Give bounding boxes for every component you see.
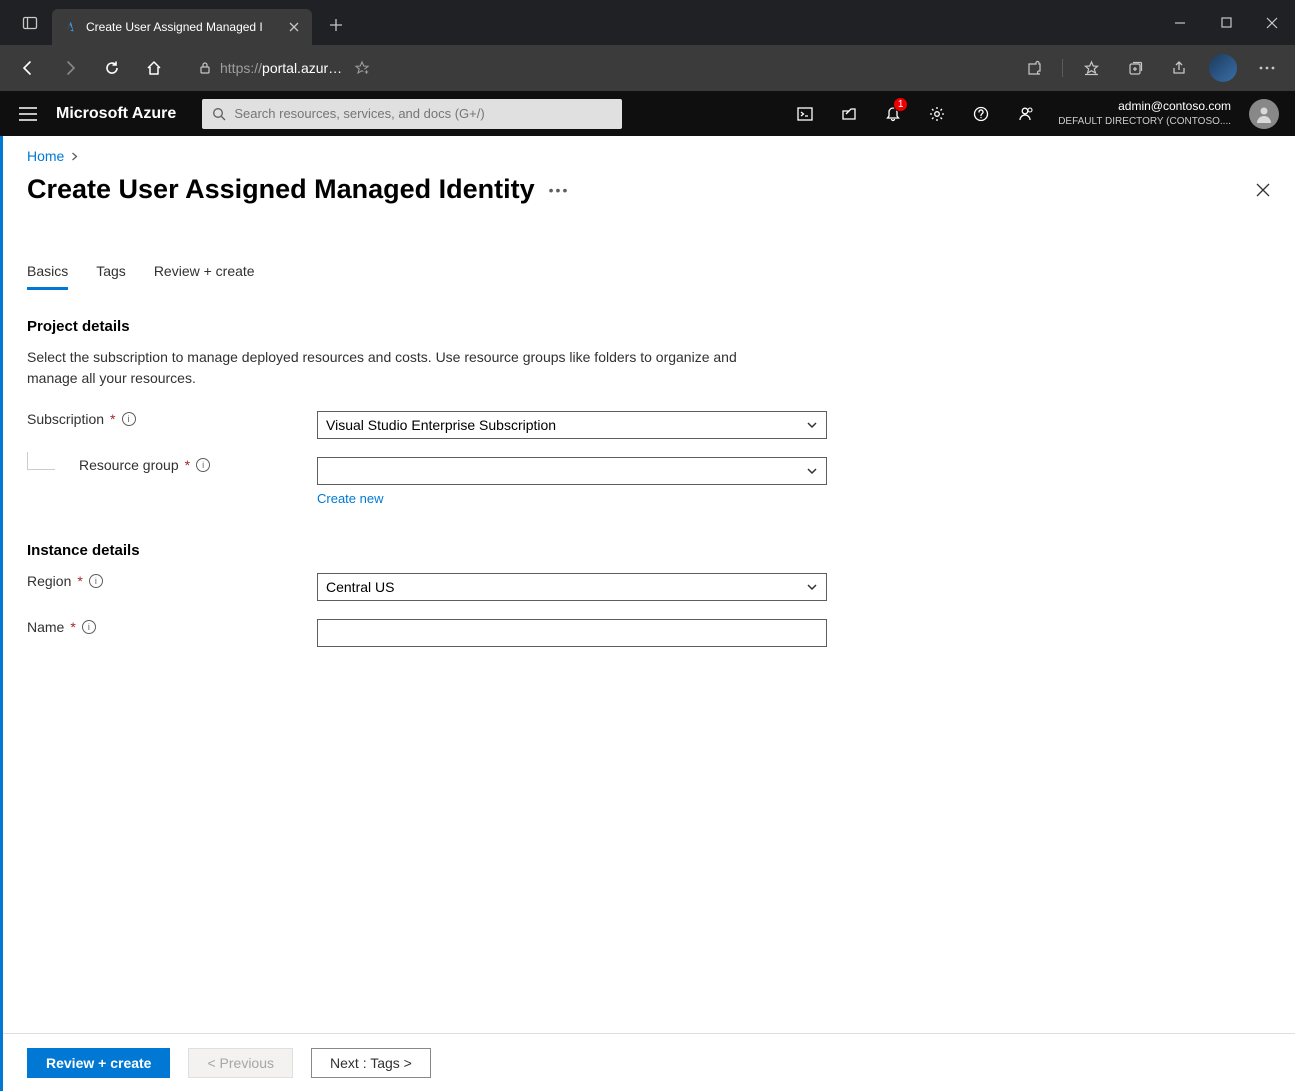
tab-tags[interactable]: Tags [96, 263, 126, 290]
tab-strip: Create User Assigned Managed I [0, 0, 352, 45]
account-email: admin@contoso.com [1058, 99, 1231, 115]
share-icon[interactable] [1159, 48, 1199, 88]
resource-group-dropdown[interactable] [317, 457, 827, 485]
info-icon[interactable]: i [82, 620, 96, 634]
tab-basics[interactable]: Basics [27, 263, 68, 290]
create-new-link[interactable]: Create new [317, 491, 827, 506]
name-input[interactable] [317, 619, 827, 647]
favorites-icon[interactable] [1071, 48, 1111, 88]
required-asterisk: * [70, 619, 75, 635]
browser-toolbar: https://portal.azur… [0, 45, 1295, 91]
account-avatar[interactable] [1249, 99, 1279, 129]
tab-review-create[interactable]: Review + create [154, 263, 255, 290]
browser-titlebar: Create User Assigned Managed I [0, 0, 1295, 45]
subscription-dropdown[interactable]: Visual Studio Enterprise Subscription [317, 411, 827, 439]
profile-avatar[interactable] [1209, 54, 1237, 82]
chevron-down-icon [806, 581, 818, 593]
subscription-row: Subscription * i Visual Studio Enterpris… [27, 411, 1271, 439]
nav-back-button[interactable] [8, 48, 48, 88]
browser-tab[interactable]: Create User Assigned Managed I [52, 9, 312, 45]
region-value: Central US [326, 579, 394, 595]
resource-group-row: Resource group * i Create new [27, 457, 1271, 506]
form-tabs: Basics Tags Review + create [27, 263, 1271, 290]
window-controls [1157, 0, 1295, 45]
chevron-right-icon [70, 152, 79, 161]
name-row: Name * i [27, 619, 1271, 647]
name-label: Name * i [27, 619, 317, 635]
cloud-shell-icon[interactable] [788, 97, 822, 131]
help-icon[interactable] [964, 97, 998, 131]
project-details-description: Select the subscription to manage deploy… [27, 347, 787, 389]
favorite-add-icon[interactable] [350, 48, 374, 88]
info-icon[interactable]: i [122, 412, 136, 426]
wizard-footer: Review + create < Previous Next : Tags > [3, 1033, 1295, 1091]
page-head: Create User Assigned Managed Identity ••… [27, 174, 1271, 205]
resource-group-label: Resource group * i [27, 457, 317, 473]
chevron-down-icon [806, 465, 818, 477]
nav-forward-button[interactable] [50, 48, 90, 88]
region-row: Region * i Central US [27, 573, 1271, 601]
next-button[interactable]: Next : Tags > [311, 1048, 431, 1078]
subscription-value: Visual Studio Enterprise Subscription [326, 417, 556, 433]
region-dropdown[interactable]: Central US [317, 573, 827, 601]
tab-close-button[interactable] [286, 19, 302, 35]
required-asterisk: * [77, 573, 82, 589]
notifications-icon[interactable]: 1 [876, 97, 910, 131]
directories-icon[interactable] [832, 97, 866, 131]
breadcrumb: Home [27, 148, 1271, 164]
portal-menu-button[interactable] [16, 107, 40, 121]
more-actions-button[interactable]: ••• [549, 182, 570, 198]
lock-icon [198, 61, 212, 75]
breadcrumb-home[interactable]: Home [27, 148, 64, 164]
info-icon[interactable]: i [196, 458, 210, 472]
subscription-label: Subscription * i [27, 411, 317, 427]
search-input[interactable] [234, 106, 612, 121]
account-directory: DEFAULT DIRECTORY (CONTOSO.... [1058, 115, 1231, 128]
required-asterisk: * [110, 411, 115, 427]
nav-home-button[interactable] [134, 48, 174, 88]
chevron-down-icon [806, 419, 818, 431]
account-info[interactable]: admin@contoso.com DEFAULT DIRECTORY (CON… [1058, 99, 1231, 128]
review-create-button[interactable]: Review + create [27, 1048, 170, 1078]
nav-refresh-button[interactable] [92, 48, 132, 88]
tab-title: Create User Assigned Managed I [86, 20, 278, 34]
azure-favicon-icon [62, 19, 78, 35]
collections-icon[interactable] [1115, 48, 1155, 88]
content: Home Create User Assigned Managed Identi… [3, 136, 1295, 1033]
azure-search[interactable] [202, 99, 622, 129]
project-details-heading: Project details [27, 318, 1271, 335]
close-blade-button[interactable] [1255, 182, 1271, 198]
toolbar-right [1014, 48, 1287, 88]
azure-toolbar: 1 admin@contoso.com DEFAULT DIRECTORY (C… [788, 97, 1279, 131]
extensions-icon[interactable] [1014, 48, 1054, 88]
new-tab-button[interactable] [320, 9, 352, 41]
window-close-button[interactable] [1249, 0, 1295, 45]
toolbar-divider [1062, 59, 1063, 77]
search-icon [212, 107, 226, 121]
browser-menu-button[interactable] [1247, 48, 1287, 88]
tab-sidebar-button[interactable] [8, 1, 52, 45]
required-asterisk: * [185, 457, 190, 473]
url-text: https://portal.azur… [220, 60, 342, 76]
page-title: Create User Assigned Managed Identity [27, 174, 535, 205]
region-label: Region * i [27, 573, 317, 589]
indent-line [27, 452, 55, 470]
info-icon[interactable]: i [89, 574, 103, 588]
window-minimize-button[interactable] [1157, 0, 1203, 45]
url-box[interactable]: https://portal.azur… [186, 52, 386, 84]
notification-badge: 1 [893, 97, 908, 112]
content-wrap: Home Create User Assigned Managed Identi… [0, 136, 1295, 1091]
feedback-icon[interactable] [1008, 97, 1042, 131]
instance-details-heading: Instance details [27, 542, 1271, 559]
settings-icon[interactable] [920, 97, 954, 131]
window-maximize-button[interactable] [1203, 0, 1249, 45]
azure-header: Microsoft Azure 1 admin@contoso.com DEFA… [0, 91, 1295, 136]
azure-brand[interactable]: Microsoft Azure [56, 105, 176, 123]
previous-button: < Previous [188, 1048, 293, 1078]
